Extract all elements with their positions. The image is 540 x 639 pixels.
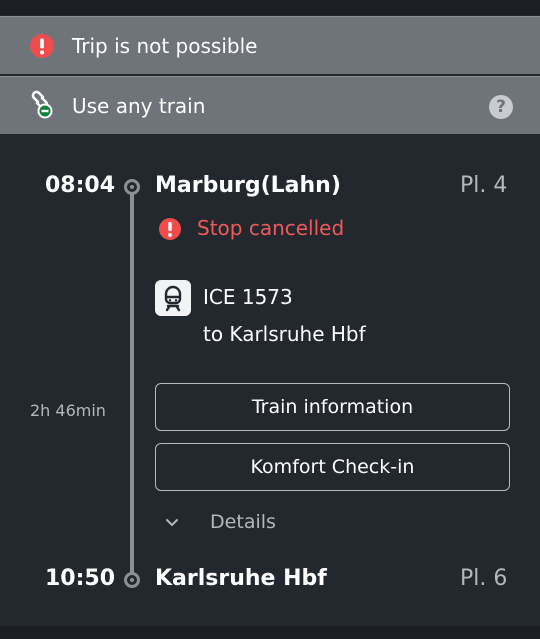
arrival-time: 10:50	[45, 566, 116, 591]
top-strip	[0, 0, 540, 15]
bottom-strip	[0, 626, 540, 639]
arrival-station[interactable]: Karlsruhe Hbf	[155, 566, 327, 591]
trip-not-possible-banner: Trip is not possible	[0, 16, 540, 74]
arrival-node	[124, 572, 140, 588]
details-toggle[interactable]: Details	[160, 510, 276, 538]
alert-icon	[30, 34, 54, 58]
departure-node	[124, 179, 140, 195]
journey-timeline	[130, 193, 134, 579]
use-any-train-label: Use any train	[72, 94, 206, 118]
departure-time: 08:04	[45, 173, 116, 198]
trip-status-label: Trip is not possible	[72, 34, 258, 58]
train-icon	[155, 280, 191, 316]
stop-cancelled-status: Stop cancelled	[197, 216, 345, 240]
help-icon[interactable]: ?	[489, 95, 513, 119]
chevron-down-icon	[166, 519, 178, 527]
use-any-train-banner[interactable]: Use any train ?	[0, 76, 540, 134]
departure-platform: Pl. 4	[460, 173, 508, 198]
train-information-button[interactable]: Train information	[155, 383, 510, 431]
journey-duration: 2h 46min	[30, 401, 106, 420]
train-destination: to Karlsruhe Hbf	[203, 322, 366, 346]
link-minus-icon	[31, 90, 53, 119]
details-label: Details	[210, 511, 276, 533]
arrival-platform: Pl. 6	[460, 566, 508, 591]
departure-station[interactable]: Marburg(Lahn)	[155, 173, 341, 198]
train-number: ICE 1573	[203, 285, 293, 309]
alert-icon	[159, 218, 181, 240]
komfort-check-in-button[interactable]: Komfort Check-in	[155, 443, 510, 491]
